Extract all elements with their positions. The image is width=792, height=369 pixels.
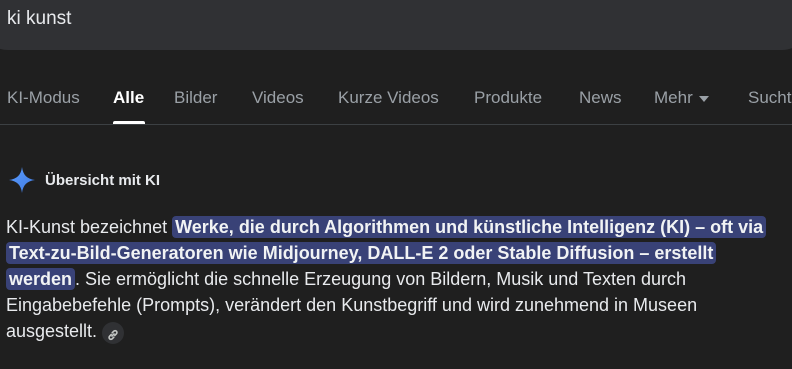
summary-intro: KI-Kunst bezeichnet bbox=[6, 217, 173, 237]
tab-mehr[interactable]: Mehr bbox=[654, 80, 709, 116]
tabs-divider bbox=[0, 124, 792, 125]
chevron-down-icon bbox=[698, 95, 709, 102]
search-query-text[interactable]: ki kunst bbox=[7, 8, 71, 30]
search-tabs: KI-Modus Alle Bilder Videos Kurze Videos… bbox=[0, 80, 792, 124]
tab-news[interactable]: News bbox=[579, 80, 622, 116]
tab-mehr-label: Mehr bbox=[654, 88, 693, 107]
sparkle-icon bbox=[9, 167, 35, 193]
tab-kurze-videos[interactable]: Kurze Videos bbox=[338, 80, 439, 116]
tab-produkte[interactable]: Produkte bbox=[474, 80, 542, 116]
tab-videos[interactable]: Videos bbox=[252, 80, 304, 116]
ai-overview-title: Übersicht mit KI bbox=[45, 171, 161, 189]
tab-alle[interactable]: Alle bbox=[113, 80, 144, 116]
search-bar[interactable] bbox=[0, 0, 792, 50]
tab-bilder[interactable]: Bilder bbox=[174, 80, 217, 116]
ai-overview-text: KI-Kunst bezeichnet Werke, die durch Alg… bbox=[6, 214, 788, 344]
tab-suchtools[interactable]: Suchti bbox=[748, 80, 792, 116]
link-icon bbox=[108, 329, 118, 341]
source-link-button[interactable] bbox=[102, 322, 125, 344]
tab-ki-modus[interactable]: KI-Modus bbox=[7, 80, 80, 116]
ai-overview-header: Übersicht mit KI bbox=[8, 165, 160, 195]
search-results-page: ki kunst KI-Modus Alle Bilder Videos Kur… bbox=[0, 0, 792, 369]
